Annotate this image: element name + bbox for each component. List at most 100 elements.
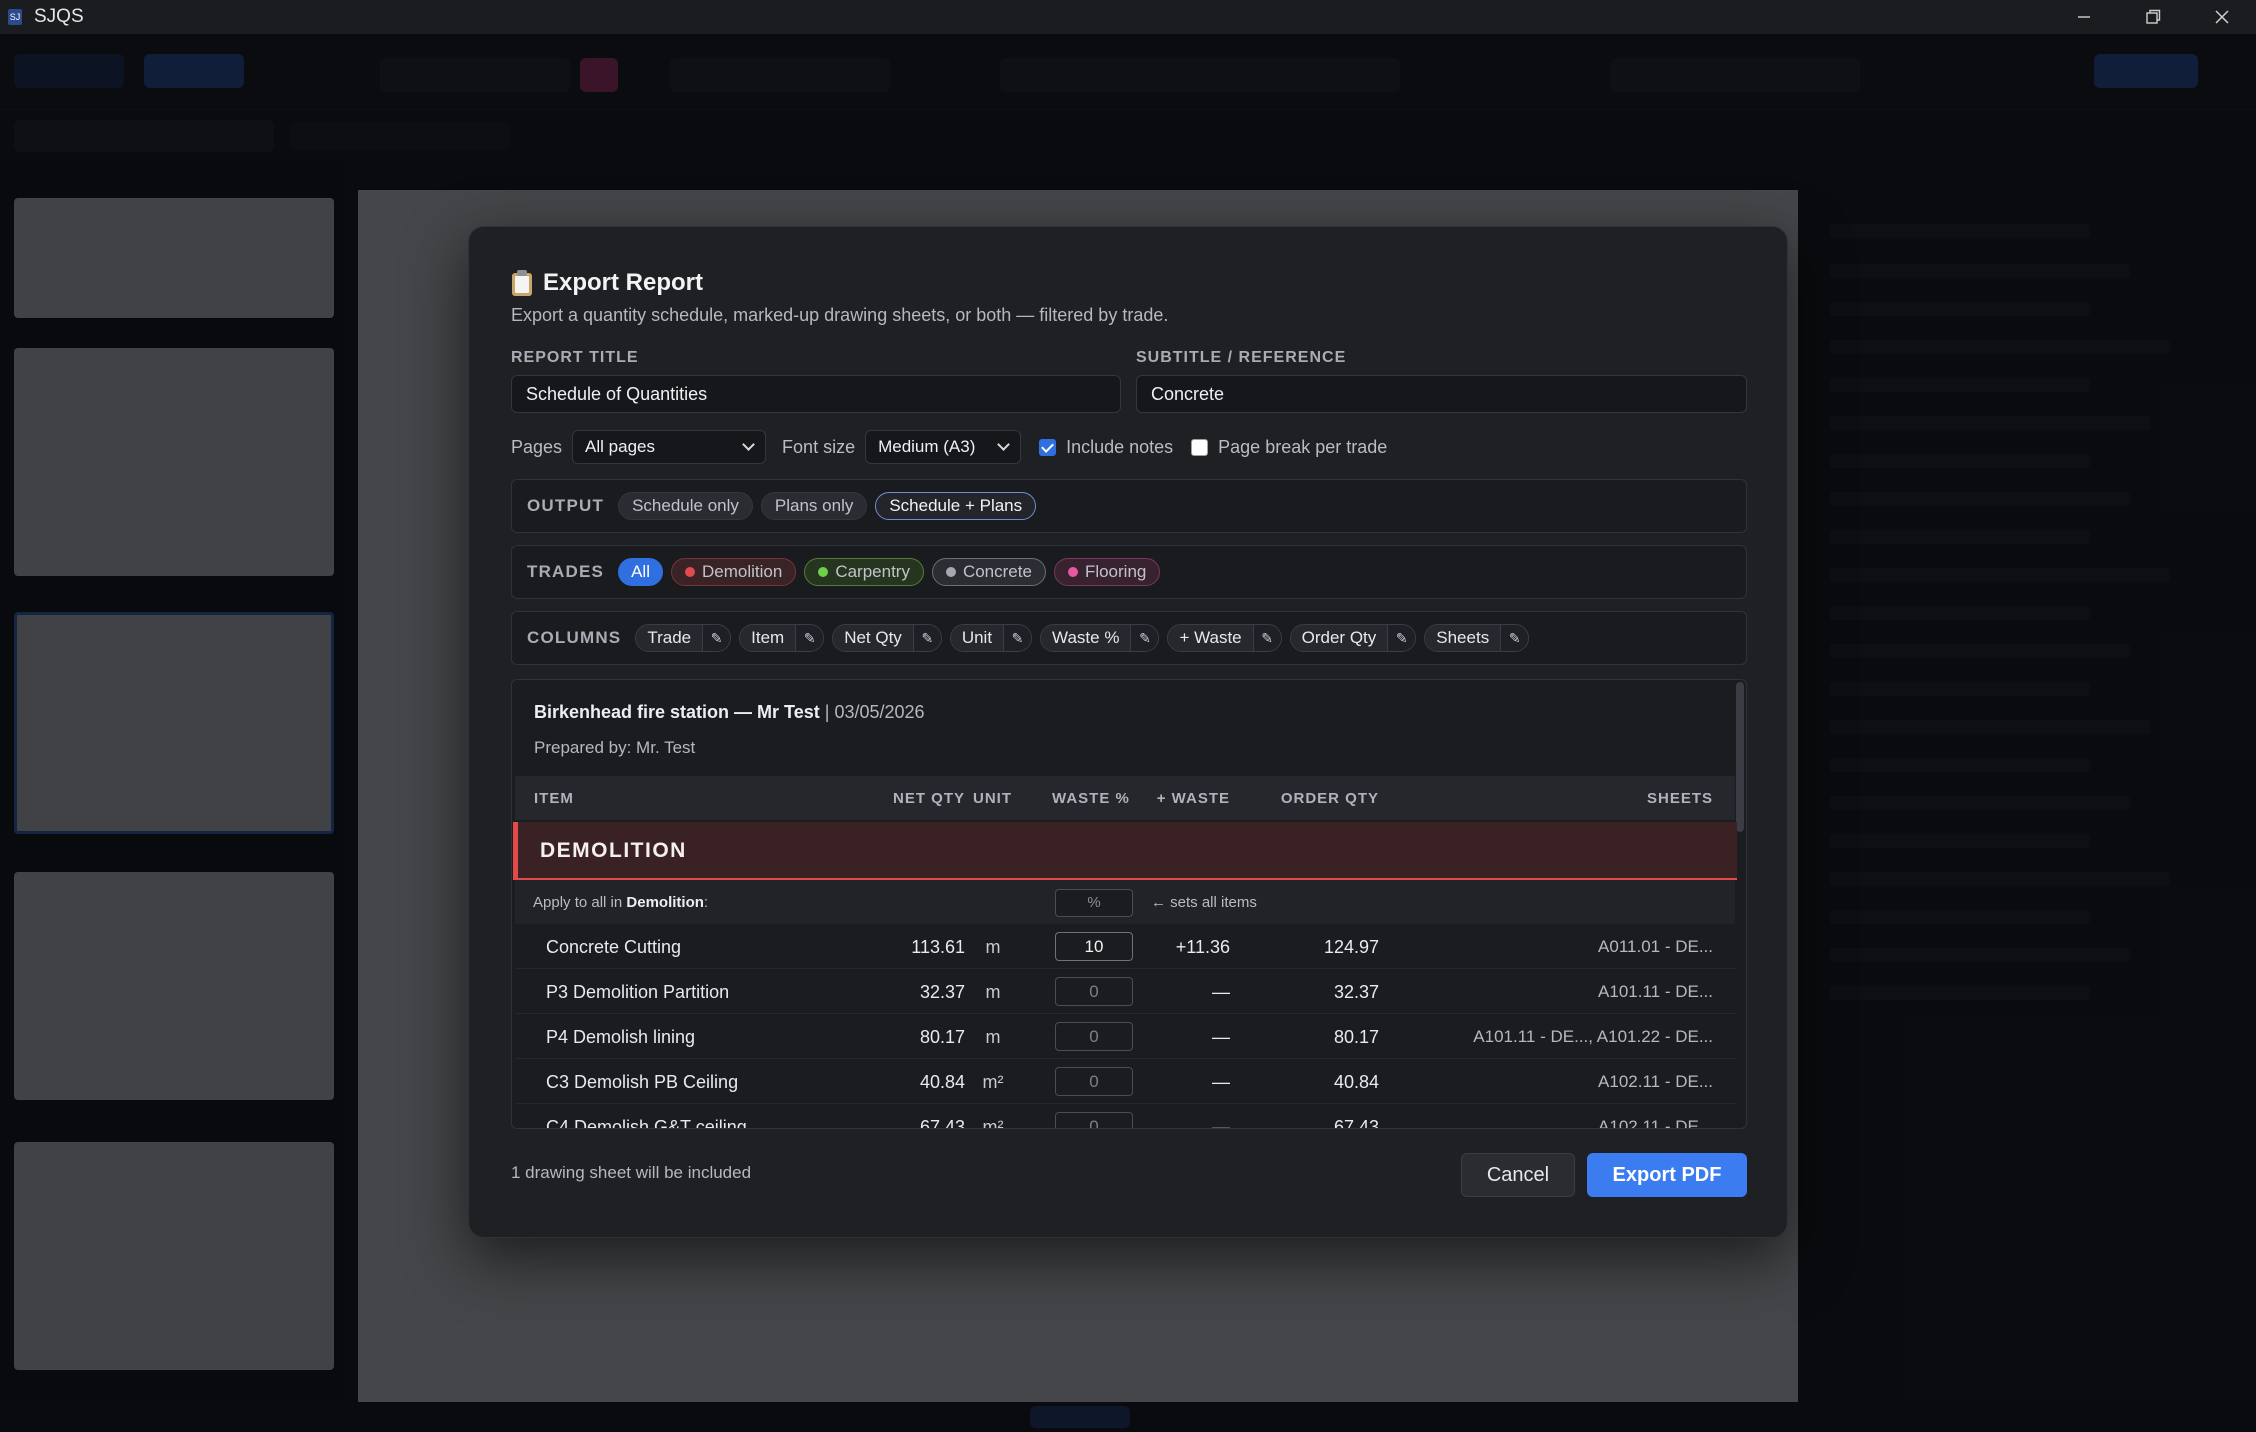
table-row: C3 Demolish PB Ceiling 40.84 m² 0 — 40.8… — [515, 1059, 1735, 1104]
preview-date: 03/05/2026 — [834, 702, 925, 722]
minimize-button[interactable] — [2049, 0, 2118, 34]
preview-scrollbar[interactable] — [1736, 682, 1744, 832]
table-row: P4 Demolish lining 80.17 m 0 — 80.17 A10… — [515, 1014, 1735, 1059]
column-chip-trade[interactable]: Trade ✎ — [635, 624, 732, 652]
output-schedule-plans[interactable]: Schedule + Plans — [875, 492, 1037, 520]
row-net-qty: 32.37 — [919, 982, 965, 1002]
row-plus-waste: — — [1212, 1117, 1230, 1129]
dialog-title: Export Report — [543, 269, 704, 296]
table-row: C4 Demolish G&T ceiling 67.43 m² 0 — 67.… — [515, 1104, 1735, 1129]
trade-demolition-chip[interactable]: Demolition — [671, 558, 797, 586]
flooring-dot-icon — [1067, 567, 1078, 577]
trade-demolition-label: Demolition — [702, 562, 783, 581]
dialog-description: Export a quantity schedule, marked-up dr… — [511, 305, 1169, 325]
pencil-icon[interactable]: ✎ — [1252, 625, 1281, 651]
export-pdf-button[interactable]: Export PDF — [1587, 1153, 1747, 1197]
preview-title: Birkenhead fire station — Mr Test | 03/0… — [534, 702, 925, 723]
include-notes-label[interactable]: Include notes — [1066, 437, 1173, 458]
table-header: ITEM NET QTY UNIT WASTE % + WASTE ORDER … — [515, 776, 1735, 820]
font-size-select[interactable]: Medium (A3) — [865, 430, 1022, 464]
row-net-qty: 80.17 — [919, 1027, 965, 1047]
row-waste-input[interactable]: 0 — [1055, 1067, 1133, 1096]
column-label: Item — [740, 625, 796, 651]
cancel-button[interactable]: Cancel — [1461, 1153, 1575, 1197]
page-break-label[interactable]: Page break per trade — [1218, 437, 1387, 458]
preview-prepared-by: Prepared by: Mr. Test — [534, 738, 696, 757]
pages-select[interactable]: All pages — [572, 430, 767, 464]
apply-all-label: Apply to all in Demolition: — [533, 894, 708, 911]
window-titlebar: SJ SJQS — [0, 0, 2256, 34]
trade-concrete-chip[interactable]: Concrete — [931, 558, 1046, 586]
report-title-input[interactable] — [511, 375, 1121, 413]
restore-button[interactable] — [2118, 0, 2187, 34]
pencil-icon[interactable]: ✎ — [1003, 625, 1032, 651]
chevron-down-icon — [997, 438, 1010, 451]
row-order-qty: 80.17 — [1333, 1027, 1379, 1047]
row-order-qty: 67.43 — [1333, 1117, 1379, 1129]
table-row: Concrete Cutting 113.61 m 10 +11.36 124.… — [515, 924, 1735, 969]
row-plus-waste: — — [1212, 1027, 1230, 1047]
clipboard-icon — [511, 270, 533, 296]
column-chip-plus-waste[interactable]: + Waste ✎ — [1167, 624, 1282, 652]
row-net-qty: 40.84 — [919, 1072, 965, 1092]
row-order-qty: 32.37 — [1333, 982, 1379, 1002]
subtitle-input[interactable] — [1136, 375, 1747, 413]
pencil-icon[interactable]: ✎ — [1130, 625, 1159, 651]
trade-all-chip[interactable]: All — [618, 558, 663, 586]
header-sheets: SHEETS — [1646, 790, 1713, 807]
header-unit: UNIT — [973, 790, 1012, 807]
column-label: Waste % — [1041, 625, 1131, 651]
app-logo-icon: SJ — [8, 9, 22, 25]
trades-label: TRADES — [527, 562, 605, 581]
trade-flooring-label: Flooring — [1084, 562, 1147, 581]
include-notes-checkbox[interactable] — [1039, 438, 1057, 456]
header-order-qty: ORDER QTY — [1280, 790, 1379, 807]
column-chip-item[interactable]: Item ✎ — [739, 624, 825, 652]
row-waste-input[interactable]: 10 — [1055, 932, 1133, 961]
row-unit: m² — [982, 1117, 1004, 1129]
pencil-icon[interactable]: ✎ — [912, 625, 941, 651]
pages-label: Pages — [511, 436, 563, 457]
column-label: Unit — [950, 625, 1004, 651]
pencil-icon[interactable]: ✎ — [1500, 625, 1529, 651]
row-item: P4 Demolish lining — [546, 1027, 696, 1047]
column-label: Sheets — [1425, 625, 1501, 651]
header-waste-pct: WASTE % — [1052, 790, 1130, 807]
trade-section-header: DEMOLITION — [513, 822, 1737, 880]
row-item: C4 Demolish G&T ceiling — [546, 1117, 747, 1129]
close-button[interactable] — [2187, 0, 2256, 34]
row-sheets: A101.11 - DE..., A101.22 - DE... — [1473, 1027, 1713, 1046]
report-preview[interactable]: Birkenhead fire station — Mr Test | 03/0… — [511, 679, 1747, 1129]
row-waste-input[interactable]: 0 — [1055, 977, 1133, 1006]
row-item: P3 Demolition Partition — [546, 982, 730, 1002]
apply-all-waste-input[interactable]: % — [1055, 889, 1133, 917]
table-row: P3 Demolition Partition 32.37 m 0 — 32.3… — [515, 969, 1735, 1014]
columns-panel: COLUMNS Trade ✎ Item ✎ Net Qty ✎ Unit ✎ Wast… — [511, 611, 1747, 665]
output-plans-only[interactable]: Plans only — [760, 492, 868, 520]
page-break-checkbox[interactable] — [1191, 438, 1209, 456]
report-title-label: REPORT TITLE — [511, 349, 639, 366]
pages-select-value: All pages — [585, 437, 655, 456]
column-chip-order-qty[interactable]: Order Qty ✎ — [1289, 624, 1417, 652]
font-size-select-value: Medium (A3) — [878, 437, 976, 456]
output-label: OUTPUT — [527, 496, 605, 515]
trade-concrete-label: Concrete — [962, 562, 1032, 581]
trade-flooring-chip[interactable]: Flooring — [1053, 558, 1161, 586]
column-chip-waste-pct[interactable]: Waste % ✎ — [1040, 624, 1160, 652]
row-waste-input[interactable]: 0 — [1055, 1112, 1133, 1128]
demolition-dot-icon — [685, 567, 695, 577]
column-chip-sheets[interactable]: Sheets ✎ — [1424, 624, 1530, 652]
pencil-icon[interactable]: ✎ — [1387, 625, 1416, 651]
row-waste-input[interactable]: 0 — [1055, 1022, 1133, 1051]
trade-carpentry-chip[interactable]: Carpentry — [804, 558, 924, 586]
apply-all-row: Apply to all in Demolition: % ← sets all… — [515, 880, 1735, 924]
column-chip-net-qty[interactable]: Net Qty ✎ — [832, 624, 942, 652]
pencil-icon[interactable]: ✎ — [795, 625, 824, 651]
pencil-icon[interactable]: ✎ — [702, 625, 731, 651]
row-unit: m² — [982, 1072, 1004, 1092]
output-schedule-only[interactable]: Schedule only — [618, 492, 753, 520]
subtitle-label: SUBTITLE / REFERENCE — [1136, 349, 1347, 366]
column-chip-unit[interactable]: Unit ✎ — [949, 624, 1033, 652]
minimize-icon — [2077, 16, 2090, 18]
apply-text: Apply to all in — [533, 894, 623, 911]
